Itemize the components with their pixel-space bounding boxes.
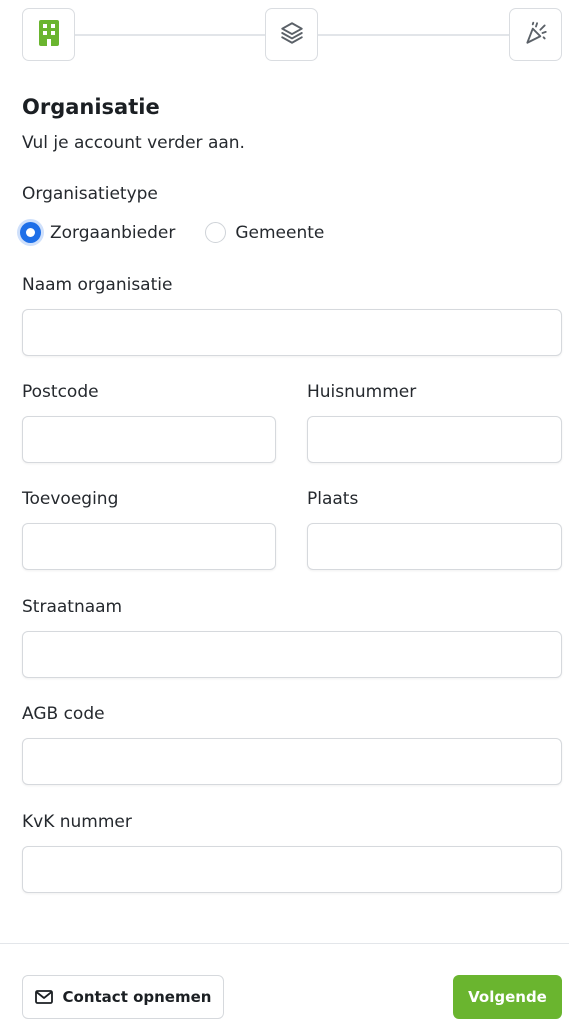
progress-stepper (22, 8, 562, 61)
plaats-label: Plaats (307, 489, 359, 509)
contact-button[interactable]: Contact opnemen (22, 975, 224, 1019)
radio-zorgaanbieder[interactable] (20, 222, 41, 243)
huisnummer-label: Huisnummer (307, 382, 417, 402)
page-title: Organisatie (22, 95, 160, 119)
radio-gemeente-label[interactable]: Gemeente (235, 223, 324, 243)
stepper-connector (318, 34, 510, 36)
naam-organisatie-input[interactable] (22, 309, 562, 356)
plaats-input[interactable] (307, 523, 562, 570)
straatnaam-label: Straatnaam (22, 597, 123, 617)
straatnaam-input[interactable] (22, 631, 562, 678)
page-subtitle: Vul je account verder aan. (22, 133, 245, 153)
toevoeging-label: Toevoeging (22, 489, 119, 509)
toevoeging-input[interactable] (22, 523, 276, 570)
footer-divider (0, 943, 569, 944)
step-finish[interactable] (509, 8, 562, 61)
kvk-nummer-input[interactable] (22, 846, 562, 893)
postcode-input[interactable] (22, 416, 276, 463)
agb-code-label: AGB code (22, 704, 105, 724)
radio-zorgaanbieder-label[interactable]: Zorgaanbieder (50, 223, 175, 243)
next-button[interactable]: Volgende (453, 975, 562, 1019)
agb-code-input[interactable] (22, 738, 562, 785)
radio-gemeente[interactable] (205, 222, 227, 243)
step-layers[interactable] (265, 8, 318, 61)
building-icon (38, 19, 59, 50)
org-type-label: Organisatietype (22, 184, 158, 204)
org-type-radio-group: Zorgaanbieder Gemeente (20, 222, 324, 243)
contact-button-label: Contact opnemen (62, 988, 212, 1006)
kvk-nummer-label: KvK nummer (22, 812, 132, 832)
postcode-label: Postcode (22, 382, 99, 402)
layers-icon (279, 20, 305, 50)
stepper-connector (74, 34, 266, 36)
mail-icon (34, 990, 53, 1004)
naam-organisatie-label: Naam organisatie (22, 275, 173, 295)
step-organisation[interactable] (22, 8, 75, 61)
huisnummer-input[interactable] (307, 416, 562, 463)
party-popper-icon (523, 20, 549, 50)
